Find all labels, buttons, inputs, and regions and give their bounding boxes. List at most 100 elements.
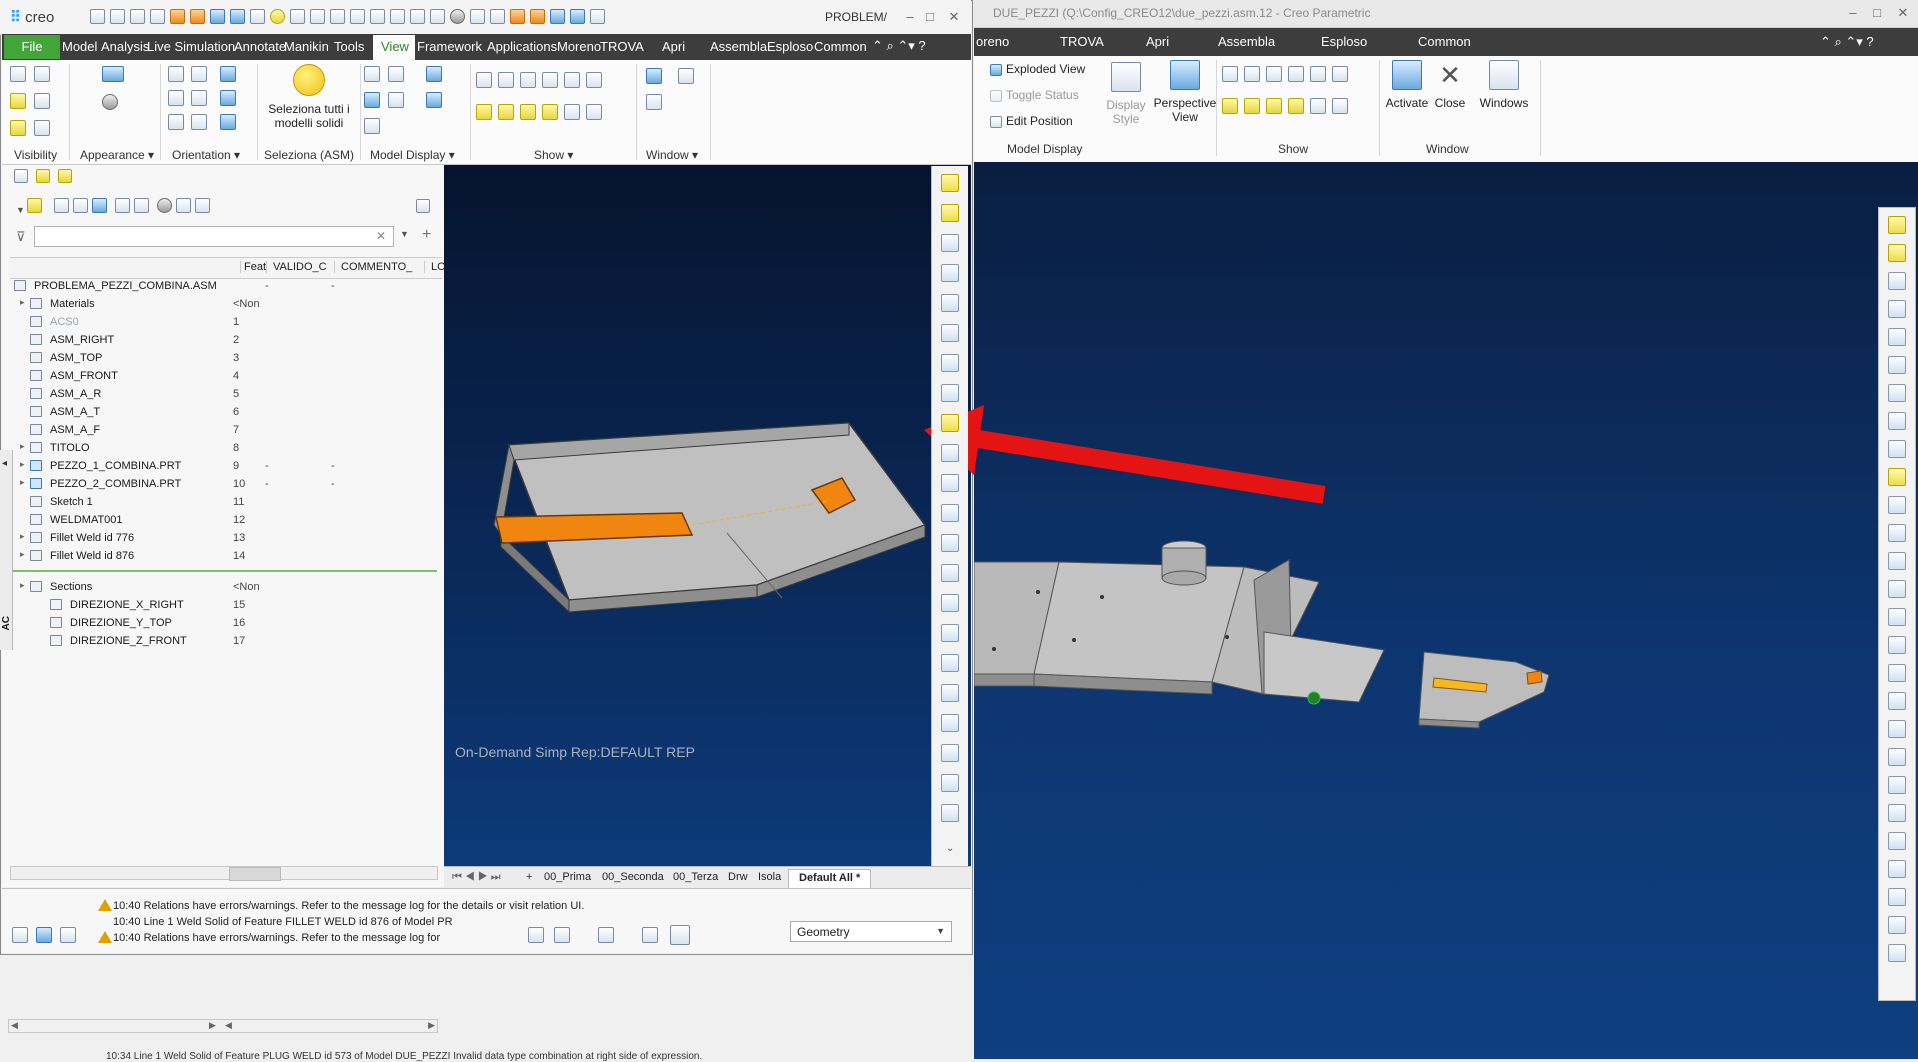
tree-search-input[interactable] bbox=[34, 226, 394, 247]
layer-nav-arrows[interactable]: ⏮ ◀ ▶ ⏭ bbox=[452, 871, 501, 884]
manage-views-icon[interactable] bbox=[388, 66, 404, 82]
expand-toggle-icon[interactable]: ▸ bbox=[20, 477, 25, 488]
link-icon[interactable] bbox=[470, 9, 485, 24]
bg-graphics-tool-icon[interactable] bbox=[1888, 412, 1906, 430]
layer-tab-drw[interactable]: Drw bbox=[728, 871, 748, 883]
bg-graphics-tool-icon[interactable] bbox=[1888, 832, 1906, 850]
bg-model-display-group-label[interactable]: Model Display bbox=[1007, 142, 1082, 156]
tab-apri[interactable]: Apri bbox=[662, 39, 685, 54]
tree-settings-icon[interactable] bbox=[416, 199, 430, 213]
bg-graphics-tool-icon[interactable] bbox=[1888, 944, 1906, 962]
graphics-tool-icon[interactable] bbox=[941, 354, 959, 372]
graphics-tool-icon[interactable] bbox=[941, 204, 959, 222]
tab-analysis[interactable]: Analysis bbox=[101, 39, 149, 54]
more-tools-icon[interactable]: ⌄ bbox=[946, 843, 954, 854]
background-graphics-area[interactable] bbox=[974, 162, 1918, 1059]
open-b-icon[interactable] bbox=[130, 9, 145, 24]
point-tag-icon[interactable] bbox=[520, 104, 536, 120]
expand-toggle-icon[interactable]: ▸ bbox=[20, 531, 25, 542]
copy-icon[interactable] bbox=[230, 9, 245, 24]
bg-graphics-tool-icon[interactable] bbox=[1888, 244, 1906, 262]
tree-node[interactable]: ▸ Fillet Weld id 876 14 bbox=[0, 548, 442, 566]
perspective-view-button[interactable]: Perspective View bbox=[1144, 60, 1226, 124]
layers-icon[interactable] bbox=[10, 66, 26, 82]
bg-graphics-tool-icon[interactable] bbox=[1888, 328, 1906, 346]
saved-views-icon[interactable] bbox=[364, 66, 380, 82]
tree-node[interactable]: ▸ Materials <Non bbox=[0, 296, 442, 314]
toggle-status-button[interactable]: Toggle Status bbox=[990, 88, 1079, 102]
tree-node[interactable]: DIREZIONE_Z_FRONT 17 bbox=[0, 633, 442, 651]
zoom-window-icon[interactable] bbox=[168, 90, 184, 106]
bg-graphics-tool-icon[interactable] bbox=[1888, 216, 1906, 234]
tab-common[interactable]: Common bbox=[814, 39, 867, 54]
tree-node[interactable]: ACS0 1 bbox=[0, 314, 442, 332]
tree-node[interactable]: ▸ PEZZO_2_COMBINA.PRT 10 - - bbox=[0, 476, 442, 494]
bg-graphics-tool-icon[interactable] bbox=[1888, 664, 1906, 682]
tab-esploso[interactable]: Esploso bbox=[767, 39, 813, 54]
open-icon[interactable] bbox=[110, 9, 125, 24]
tab-applications[interactable]: Applications bbox=[487, 39, 557, 54]
bg-tab-assembla[interactable]: Assembla bbox=[1218, 34, 1275, 49]
tree-node[interactable]: ASM_A_F 7 bbox=[0, 422, 442, 440]
axis-display-icon[interactable] bbox=[498, 72, 514, 88]
tab-view[interactable]: View bbox=[381, 39, 409, 54]
zoom-in-icon[interactable] bbox=[168, 114, 184, 130]
pick-from-list-icon[interactable] bbox=[642, 927, 658, 943]
edit-icon[interactable] bbox=[370, 9, 385, 24]
tree-node[interactable]: WELDMAT001 12 bbox=[0, 512, 442, 530]
appearance-group-label[interactable]: Appearance ▾ bbox=[80, 148, 154, 162]
tree-collapse-icon[interactable] bbox=[72, 198, 88, 213]
export-icon[interactable] bbox=[330, 9, 345, 24]
layer-tab-00-seconda[interactable]: 00_Seconda bbox=[602, 871, 664, 883]
folder-icon[interactable] bbox=[170, 9, 185, 24]
model-display-group-label[interactable]: Model Display ▾ bbox=[370, 148, 455, 162]
expand-toggle-icon[interactable]: ▸ bbox=[20, 459, 25, 470]
csys-tag-icon[interactable] bbox=[542, 104, 558, 120]
spin-center-icon[interactable] bbox=[220, 114, 236, 130]
graphics-tool-icon[interactable] bbox=[941, 714, 959, 732]
window-group-label[interactable]: Window ▾ bbox=[646, 148, 698, 162]
view-manager-icon[interactable] bbox=[388, 92, 404, 108]
windows-button[interactable]: Windows bbox=[1476, 60, 1532, 110]
tree-node[interactable]: DIREZIONE_X_RIGHT 15 bbox=[0, 597, 442, 615]
titlebar[interactable]: ⠿ creo PROBLEM/ – □ ✕ bbox=[0, 0, 971, 35]
bg-tab-moreno[interactable]: oreno bbox=[976, 34, 1009, 49]
graphics-tool-icon[interactable] bbox=[941, 234, 959, 252]
graphics-tool-icon[interactable] bbox=[941, 474, 959, 492]
bg-graphics-tool-icon[interactable] bbox=[1888, 636, 1906, 654]
step-icon[interactable] bbox=[350, 9, 365, 24]
graphics-tool-icon[interactable] bbox=[941, 174, 959, 192]
zoom-out-icon[interactable] bbox=[191, 90, 207, 106]
graphics-tool-icon[interactable] bbox=[941, 654, 959, 672]
bg-graphics-tool-icon[interactable] bbox=[1888, 496, 1906, 514]
csys-display-icon[interactable] bbox=[542, 72, 558, 88]
close-window-button[interactable]: ✕ Close bbox=[1430, 60, 1470, 110]
bg-tab-trova[interactable]: TROVA bbox=[1060, 34, 1104, 49]
bg-graphics-tool-icon[interactable] bbox=[1888, 860, 1906, 878]
bg-show-group-label[interactable]: Show bbox=[1278, 142, 1308, 156]
bg-graphics-tool-icon[interactable] bbox=[1888, 804, 1906, 822]
graphics-tool-icon[interactable] bbox=[941, 324, 959, 342]
edit3-icon[interactable] bbox=[570, 9, 585, 24]
check-icon[interactable] bbox=[590, 9, 605, 24]
tree-node[interactable]: DIREZIONE_Y_TOP 16 bbox=[0, 615, 442, 633]
bg-graphics-tool-icon[interactable] bbox=[1888, 608, 1906, 626]
bg-graphics-tool-icon[interactable] bbox=[1888, 748, 1906, 766]
close-icon[interactable] bbox=[646, 94, 662, 110]
bg-graphics-tool-icon[interactable] bbox=[1888, 356, 1906, 374]
show-icon[interactable] bbox=[430, 9, 445, 24]
view-icon[interactable] bbox=[450, 9, 465, 24]
save-icon[interactable] bbox=[290, 9, 305, 24]
impo-isola-icon[interactable] bbox=[530, 9, 545, 24]
fullscreen-icon[interactable] bbox=[60, 927, 76, 943]
bg-graphics-tool-icon[interactable] bbox=[1888, 468, 1906, 486]
column-commento[interactable]: COMMENTO_ bbox=[334, 261, 412, 273]
graphics-tool-icon[interactable] bbox=[941, 684, 959, 702]
orientation-group-label[interactable]: Orientation ▾ bbox=[172, 148, 240, 162]
model-tree-tab-icon[interactable] bbox=[14, 169, 28, 183]
graphics-tool-icon[interactable] bbox=[941, 264, 959, 282]
edit-position-button[interactable]: Edit Position bbox=[990, 114, 1073, 128]
close-button[interactable]: ✕ bbox=[940, 7, 968, 27]
tree-node[interactable]: ASM_A_T 6 bbox=[0, 404, 442, 422]
new-icon[interactable] bbox=[90, 9, 105, 24]
